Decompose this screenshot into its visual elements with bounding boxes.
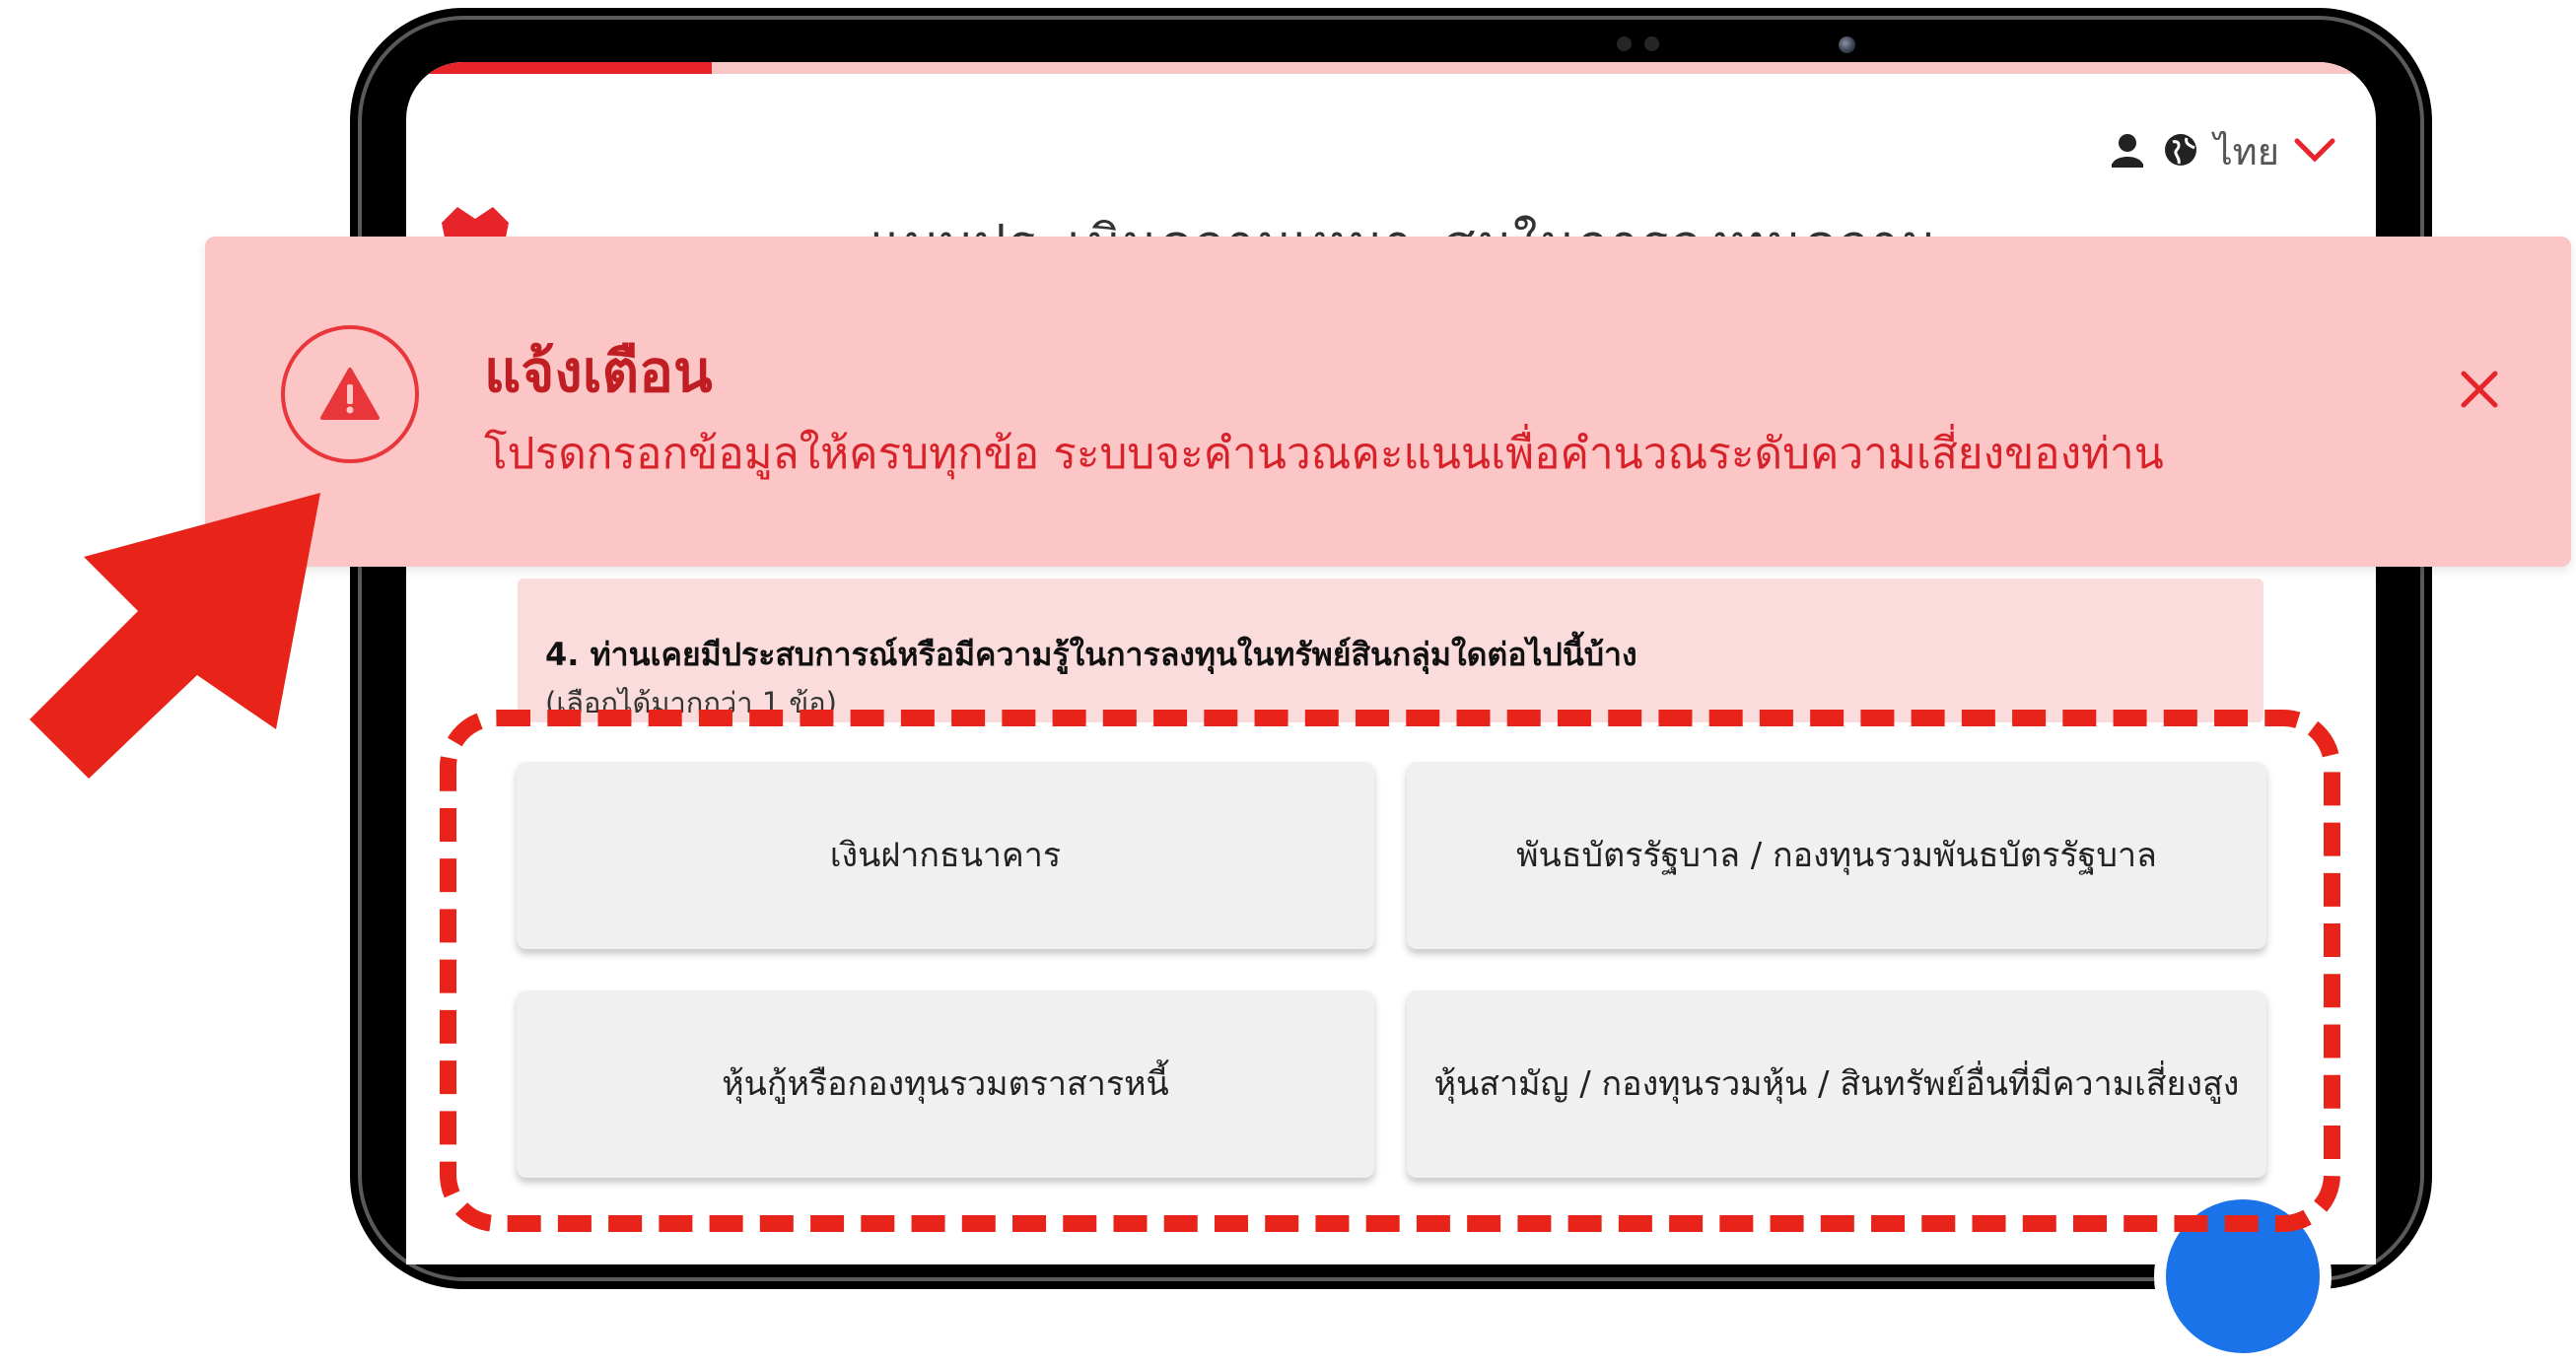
warning-triangle-icon [281, 325, 419, 463]
question-text: 4. ท่านเคยมีประสบการณ์หรือมีความรู้ในการ… [545, 636, 1637, 673]
sensor-dot [1644, 36, 1659, 51]
alert-message: โปรดกรอกข้อมูลให้ครบทุกข้อ ระบบจะคำนวณคะ… [484, 429, 2164, 479]
question-card: 4. ท่านเคยมีประสบการณ์หรือมีความรู้ในการ… [518, 579, 2263, 722]
chevron-down-icon[interactable] [2293, 135, 2336, 169]
annotation-arrow [30, 493, 320, 779]
progress-bar-fill [406, 62, 712, 74]
annotation-highlight [440, 710, 2340, 1232]
progress-bar [406, 62, 2376, 74]
alert-banner: แจ้งเตือน โปรดกรอกข้อมูลให้ครบทุกข้อ ระบ… [205, 237, 2571, 567]
close-icon[interactable] [2435, 345, 2524, 434]
alert-title: แจ้งเตือน [484, 338, 713, 405]
camera-icon [1839, 36, 1855, 53]
sensor-dot [1617, 36, 1632, 51]
user-icon[interactable] [2108, 130, 2147, 173]
header-toolbar: ไทย [2108, 121, 2336, 181]
globe-icon[interactable] [2161, 130, 2200, 173]
language-selector-label[interactable]: ไทย [2214, 121, 2279, 181]
